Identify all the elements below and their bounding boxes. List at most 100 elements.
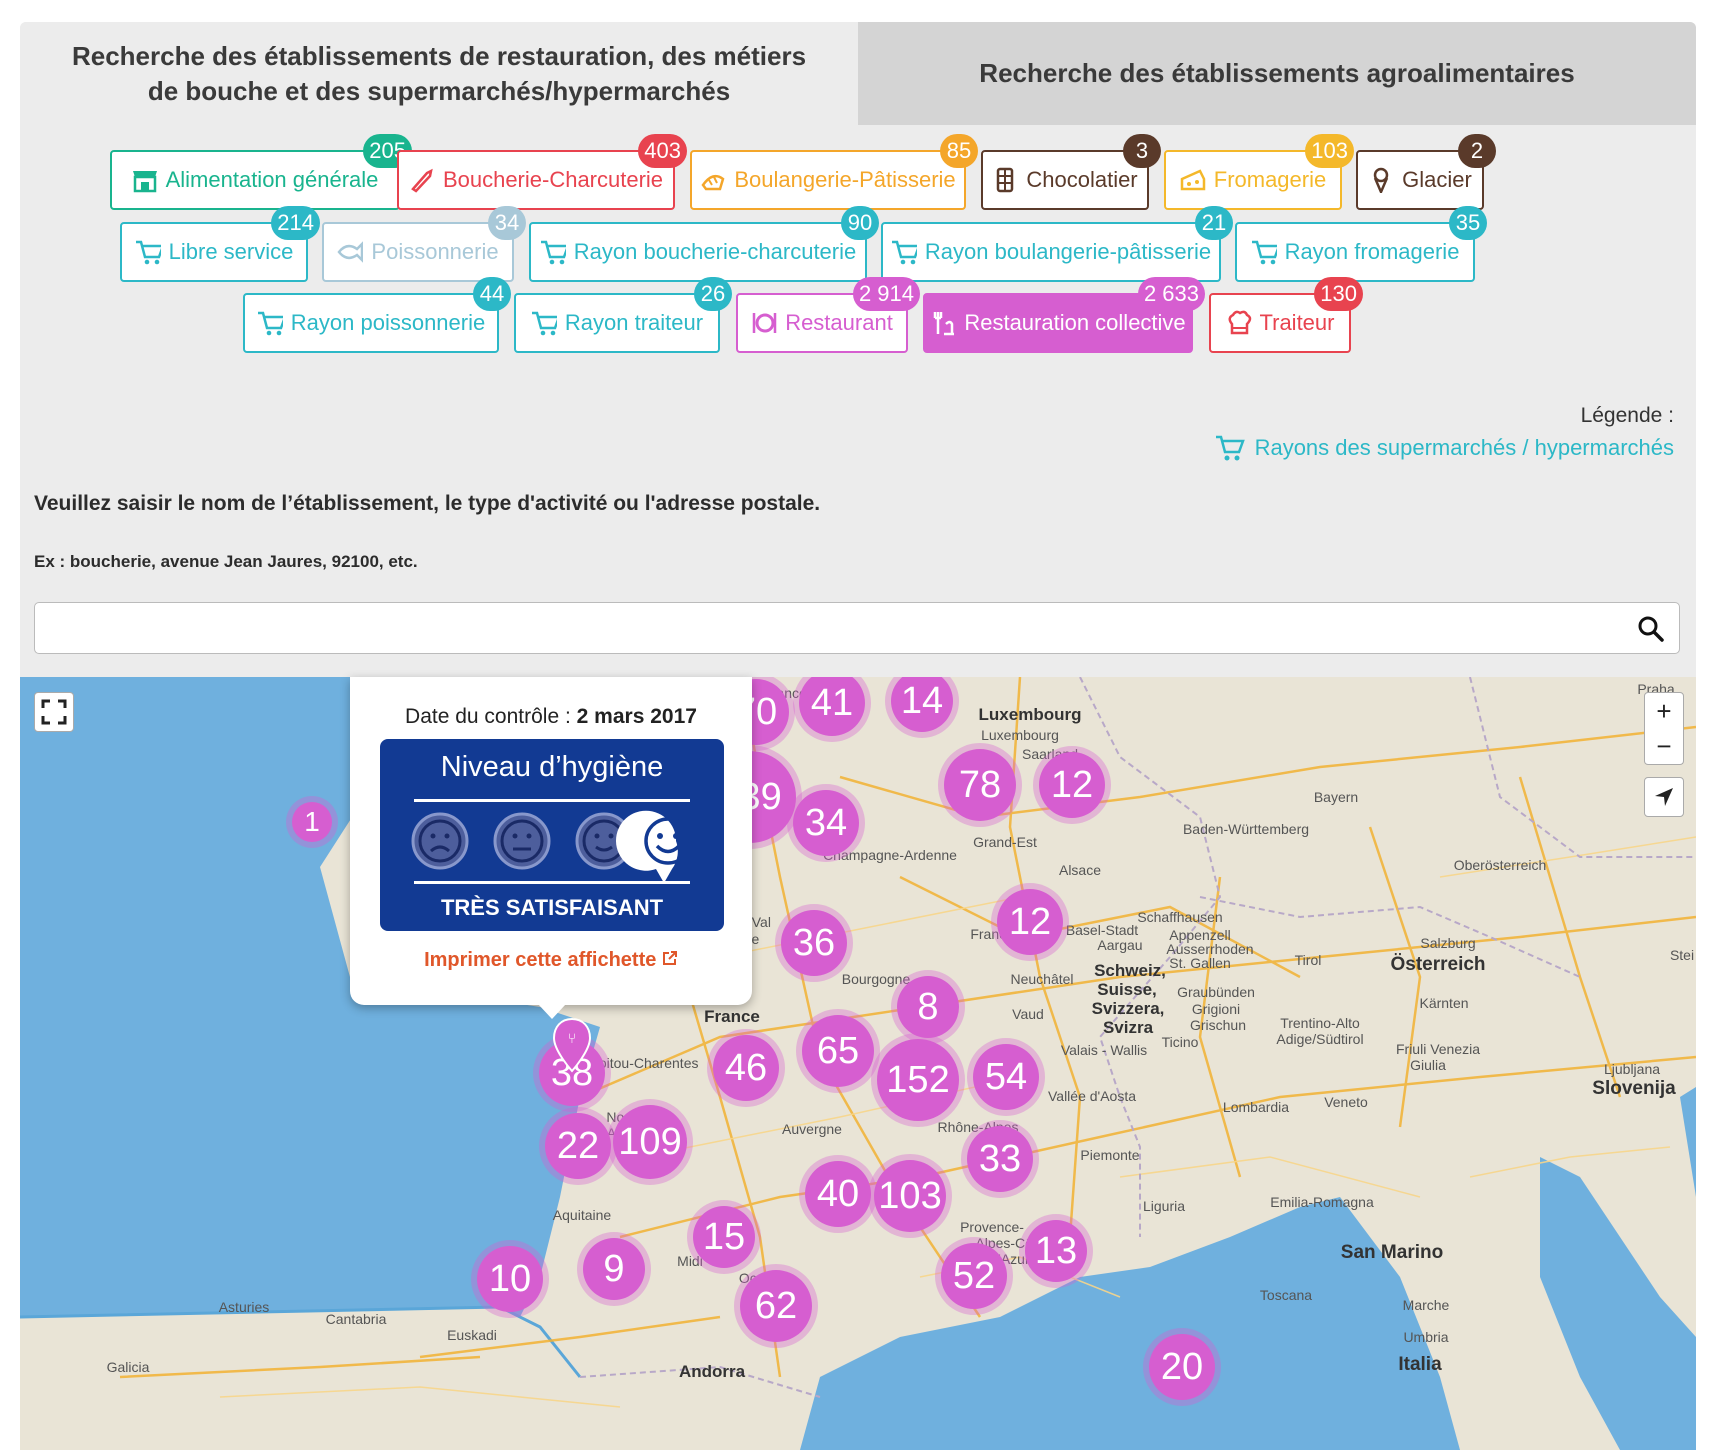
- filter-button-alimentation-générale[interactable]: Alimentation générale 205: [110, 134, 412, 210]
- knife-icon: [411, 168, 433, 193]
- map-cluster[interactable]: 34: [793, 790, 859, 856]
- filter-button-fromagerie[interactable]: Fromagerie 103: [1164, 134, 1354, 210]
- filter-button-traiteur[interactable]: Traiteur 130: [1209, 277, 1363, 353]
- filter-label: Rayon fromagerie: [1284, 239, 1460, 264]
- map-cluster[interactable]: 12: [1039, 752, 1105, 818]
- map-place-label: Vaud: [1012, 1006, 1044, 1022]
- map-cluster[interactable]: 46: [713, 1035, 779, 1101]
- print-link[interactable]: Imprimer cette affichette: [350, 949, 752, 972]
- filter-label: Restauration collective: [964, 310, 1186, 335]
- map-place-label: Andorra: [678, 1362, 746, 1381]
- filter-button-boulangerie-pâtisserie[interactable]: Boulangerie-Pâtisserie 85: [690, 134, 978, 210]
- filter-label: Fromagerie: [1213, 167, 1327, 192]
- filter-button-glacier[interactable]: Glacier 2: [1356, 134, 1496, 210]
- filter-button-chocolatier[interactable]: Chocolatier 3: [981, 134, 1161, 210]
- map-place-label: Piemonte: [1080, 1147, 1140, 1163]
- map-place-label: France: [704, 1007, 760, 1026]
- map-cluster[interactable]: 12: [997, 889, 1063, 955]
- count-badge: 2: [1458, 134, 1496, 168]
- legend-label: Rayons des supermarchés / hypermarchés: [1254, 435, 1674, 460]
- location-marker-icon[interactable]: ⑂: [552, 1017, 592, 1073]
- map-place-label: Provence-: [960, 1219, 1024, 1235]
- map-place-label: Grischun: [1189, 1017, 1247, 1033]
- filter-button-restauration-collective[interactable]: Restauration collective 2 633: [923, 277, 1205, 353]
- map-cluster[interactable]: 109: [613, 1105, 687, 1179]
- zoom-in-button[interactable]: +: [1644, 692, 1684, 730]
- filter-button-libre-service[interactable]: Libre service 214: [120, 206, 320, 282]
- tab-restauration[interactable]: Recherche des établissements de restaura…: [20, 22, 858, 125]
- locate-button[interactable]: [1644, 777, 1684, 817]
- map-cluster[interactable]: 152: [877, 1039, 959, 1121]
- filter-button-rayon-boucherie-charcuterie[interactable]: Rayon boucherie-charcuterie 90: [529, 206, 879, 282]
- map-cluster[interactable]: 62: [740, 1270, 812, 1342]
- map-cluster[interactable]: 65: [802, 1015, 874, 1087]
- filter-button-poissonnerie[interactable]: Poissonnerie 34: [322, 206, 526, 282]
- filter-button-restaurant[interactable]: Restaurant 2 914: [736, 277, 920, 353]
- map-place-label: Svizra: [1102, 1018, 1154, 1037]
- map-place-label: Friuli Venezia: [1395, 1041, 1481, 1057]
- map-cluster[interactable]: 103: [874, 1160, 946, 1232]
- map-place-label: Tirol: [1294, 952, 1322, 968]
- map-cluster[interactable]: 9: [583, 1238, 645, 1300]
- map-cluster[interactable]: 78: [944, 749, 1016, 821]
- map-place-label: Grigioni: [1191, 1001, 1241, 1017]
- chocolate-icon: [997, 167, 1014, 193]
- map-place-label: Cantabria: [325, 1311, 387, 1327]
- tab-label: Recherche des établissements de restaura…: [71, 40, 807, 106]
- face-to-improve-icon: [493, 812, 551, 870]
- map-place-label: Vallée d'Aosta: [1047, 1088, 1137, 1104]
- filter-button-boucherie-charcuterie[interactable]: Boucherie-Charcuterie 403: [397, 134, 687, 210]
- print-link-label: Imprimer cette affichette: [424, 949, 657, 971]
- filter-button-rayon-poissonnerie[interactable]: Rayon poissonnerie 44: [243, 277, 511, 353]
- filter-label: Poissonnerie: [371, 239, 499, 264]
- fullscreen-button[interactable]: [34, 692, 74, 732]
- filter-button-rayon-boulangerie-pâtisserie[interactable]: Rayon boulangerie-pâtisserie 21: [881, 206, 1233, 282]
- map-cluster[interactable]: 20: [1149, 1334, 1215, 1400]
- filter-label: Libre service: [168, 239, 294, 264]
- filter-label: Rayon boucherie-charcuterie: [573, 239, 857, 264]
- map-cluster[interactable]: 1: [292, 802, 332, 842]
- face-very-satisfactory-icon: [616, 810, 692, 883]
- filter-label: Rayon boulangerie-pâtisserie: [924, 239, 1212, 264]
- map-place-label: Liguria: [1142, 1198, 1186, 1214]
- map-cluster[interactable]: 13: [1025, 1220, 1087, 1282]
- map-place-label: Asturies: [218, 1299, 270, 1315]
- ice-cream-icon: [1373, 167, 1389, 193]
- fish-icon: [337, 241, 364, 263]
- map-place-label: Graubünden: [1177, 984, 1255, 1000]
- filter-button-rayon-fromagerie[interactable]: Rayon fromagerie 35: [1235, 206, 1487, 282]
- map[interactable]: France Luxembourg Luxembourg Saarland Praha B…: [20, 677, 1696, 1450]
- popup-tip: [538, 1004, 566, 1019]
- map-place-label: Lombardia: [1222, 1099, 1290, 1115]
- map-place-label: Giulia: [1410, 1057, 1446, 1073]
- filter-label: Restaurant: [785, 310, 893, 335]
- search-prompt: Veuillez saisir le nom de l’établissemen…: [34, 492, 821, 515]
- count-badge: 44: [473, 277, 511, 311]
- restaurant-icon: [752, 313, 777, 333]
- map-cluster[interactable]: 10: [477, 1246, 543, 1312]
- map-cluster[interactable]: 33: [967, 1126, 1033, 1192]
- map-cluster[interactable]: 15: [693, 1206, 755, 1268]
- map-place-label: Italia: [1398, 1354, 1442, 1375]
- map-cluster[interactable]: 8: [897, 976, 959, 1038]
- filter-button-rayon-traiteur[interactable]: Rayon traiteur 26: [514, 277, 732, 353]
- filter-label: Traiteur: [1259, 310, 1335, 335]
- map-cluster[interactable]: 22: [545, 1113, 611, 1179]
- filter-label: Chocolatier: [1026, 167, 1138, 192]
- count-badge: 3: [1123, 134, 1161, 168]
- map-cluster[interactable]: 40: [805, 1161, 871, 1227]
- map-cluster[interactable]: 52: [941, 1243, 1007, 1309]
- cart-icon: [1251, 240, 1277, 265]
- svg-text:⑂: ⑂: [568, 1031, 576, 1047]
- external-link-icon: [662, 951, 677, 965]
- search-input[interactable]: [45, 603, 1629, 653]
- map-cluster[interactable]: 36: [781, 910, 847, 976]
- search-icon[interactable]: [1637, 615, 1665, 643]
- filter-label: Boulangerie-Pâtisserie: [734, 167, 956, 192]
- tab-agroalimentaire[interactable]: Recherche des établissements agroaliment…: [858, 22, 1696, 125]
- zoom-out-button[interactable]: −: [1644, 728, 1684, 765]
- control-date-label: Date du contrôle :: [405, 705, 577, 728]
- count-badge: 35: [1449, 206, 1487, 240]
- map-cluster[interactable]: 54: [973, 1044, 1039, 1110]
- map-place-label: Aargau: [1097, 937, 1143, 953]
